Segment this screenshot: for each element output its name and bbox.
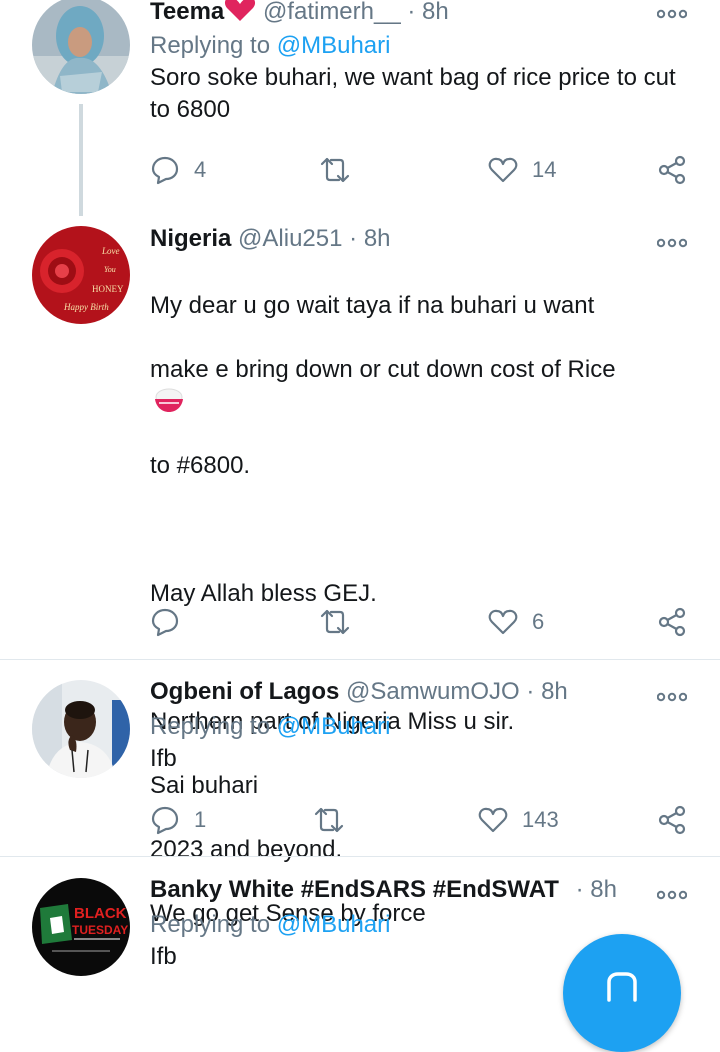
like-button[interactable]: 143 bbox=[478, 800, 559, 840]
tweet-actions: 4 14 bbox=[150, 150, 690, 190]
display-name[interactable]: Teema bbox=[150, 0, 224, 25]
timestamp[interactable]: 8h bbox=[541, 678, 568, 705]
tweet-ogbeni[interactable]: Ogbeni of Lagos @SamwumOJO · 8h Replying… bbox=[0, 660, 720, 858]
retweet-button[interactable] bbox=[318, 150, 366, 190]
handle[interactable]: @fatimerh__ bbox=[263, 0, 401, 25]
replying-to: Replying to @MBuhari bbox=[150, 32, 391, 59]
heart-outline-icon bbox=[478, 806, 508, 834]
retweet-icon bbox=[312, 805, 346, 835]
display-name[interactable]: Nigeria bbox=[150, 225, 231, 252]
svg-text:BLACK: BLACK bbox=[74, 905, 127, 922]
avatar[interactable]: BLACK TUESDAY bbox=[32, 878, 130, 976]
compose-button[interactable] bbox=[563, 934, 681, 1052]
separator-dot: · bbox=[349, 225, 358, 252]
reply-button[interactable] bbox=[150, 602, 194, 642]
heart-icon bbox=[224, 0, 256, 25]
svg-text:Love: Love bbox=[101, 246, 120, 256]
replying-to: Replying to @MBuhari bbox=[150, 713, 391, 740]
share-button[interactable] bbox=[658, 800, 686, 840]
svg-text:You: You bbox=[104, 265, 116, 274]
reply-count: 1 bbox=[194, 807, 207, 832]
like-button[interactable]: 6 bbox=[488, 602, 544, 642]
timestamp[interactable]: 8h bbox=[422, 0, 449, 25]
more-dots-icon[interactable] bbox=[656, 888, 688, 900]
share-icon bbox=[658, 607, 686, 637]
avatar[interactable] bbox=[32, 0, 130, 94]
reply-button[interactable]: 4 bbox=[150, 150, 206, 190]
share-button[interactable] bbox=[658, 602, 686, 642]
share-button[interactable] bbox=[658, 150, 686, 190]
reply-button[interactable]: 1 bbox=[150, 800, 206, 840]
tweet-actions: 6 bbox=[150, 602, 690, 642]
mention-link[interactable]: @MBuhari bbox=[277, 32, 391, 59]
like-count: 143 bbox=[522, 807, 559, 832]
more-dots-icon[interactable] bbox=[656, 690, 688, 702]
svg-text:TUESDAY: TUESDAY bbox=[72, 923, 128, 937]
timestamp[interactable]: 8h bbox=[364, 225, 391, 252]
mention-link[interactable]: @MBuhari bbox=[277, 911, 391, 938]
mention-link[interactable]: @MBuhari bbox=[277, 713, 391, 740]
retweet-button[interactable] bbox=[312, 800, 360, 840]
retweet-button[interactable] bbox=[318, 602, 366, 642]
handle[interactable]: @SamwumOJO bbox=[346, 678, 520, 705]
display-name[interactable]: Ogbeni of Lagos bbox=[150, 678, 339, 705]
handle[interactable]: @Aliu251 bbox=[238, 225, 342, 252]
more-dots-icon[interactable] bbox=[656, 7, 688, 19]
rice-bowl-icon bbox=[150, 388, 184, 415]
heart-outline-icon bbox=[488, 156, 518, 184]
reply-icon bbox=[150, 805, 180, 835]
more-dots-icon[interactable] bbox=[656, 236, 688, 248]
tweet-text: Soro soke buhari, we want bag of rice pr… bbox=[150, 64, 676, 123]
retweet-icon bbox=[318, 607, 352, 637]
like-count: 14 bbox=[532, 157, 557, 182]
separator-dot: · bbox=[575, 876, 584, 903]
heart-outline-icon bbox=[488, 608, 518, 636]
separator-dot: · bbox=[407, 0, 416, 25]
reply-icon bbox=[150, 607, 180, 637]
retweet-icon bbox=[318, 155, 352, 185]
tweet-text: Ifb bbox=[150, 745, 177, 772]
share-icon bbox=[658, 805, 686, 835]
reply-icon bbox=[150, 155, 180, 185]
separator-dot: · bbox=[526, 678, 535, 705]
avatar[interactable]: Love You HONEY Happy Birth bbox=[32, 226, 130, 324]
avatar[interactable] bbox=[32, 680, 130, 778]
timestamp[interactable]: 8h bbox=[590, 876, 617, 903]
tweet-actions: 1 143 bbox=[150, 800, 690, 840]
like-button[interactable]: 14 bbox=[488, 150, 556, 190]
display-name[interactable]: Banky White #EndSARS #EndSWAT bbox=[150, 876, 559, 903]
reply-count: 4 bbox=[194, 157, 207, 182]
share-icon bbox=[658, 155, 686, 185]
divider bbox=[0, 856, 720, 857]
like-count: 6 bbox=[532, 609, 545, 634]
tweet-teema[interactable]: Teema @fatimerh__ · 8h Replying to @MBuh… bbox=[0, 0, 720, 216]
thread-line bbox=[79, 104, 83, 216]
tweet-nigeria[interactable]: Love You HONEY Happy Birth Nigeria @Aliu… bbox=[0, 214, 720, 927]
svg-text:Happy Birth: Happy Birth bbox=[63, 302, 109, 312]
svg-text:HONEY: HONEY bbox=[92, 284, 124, 294]
